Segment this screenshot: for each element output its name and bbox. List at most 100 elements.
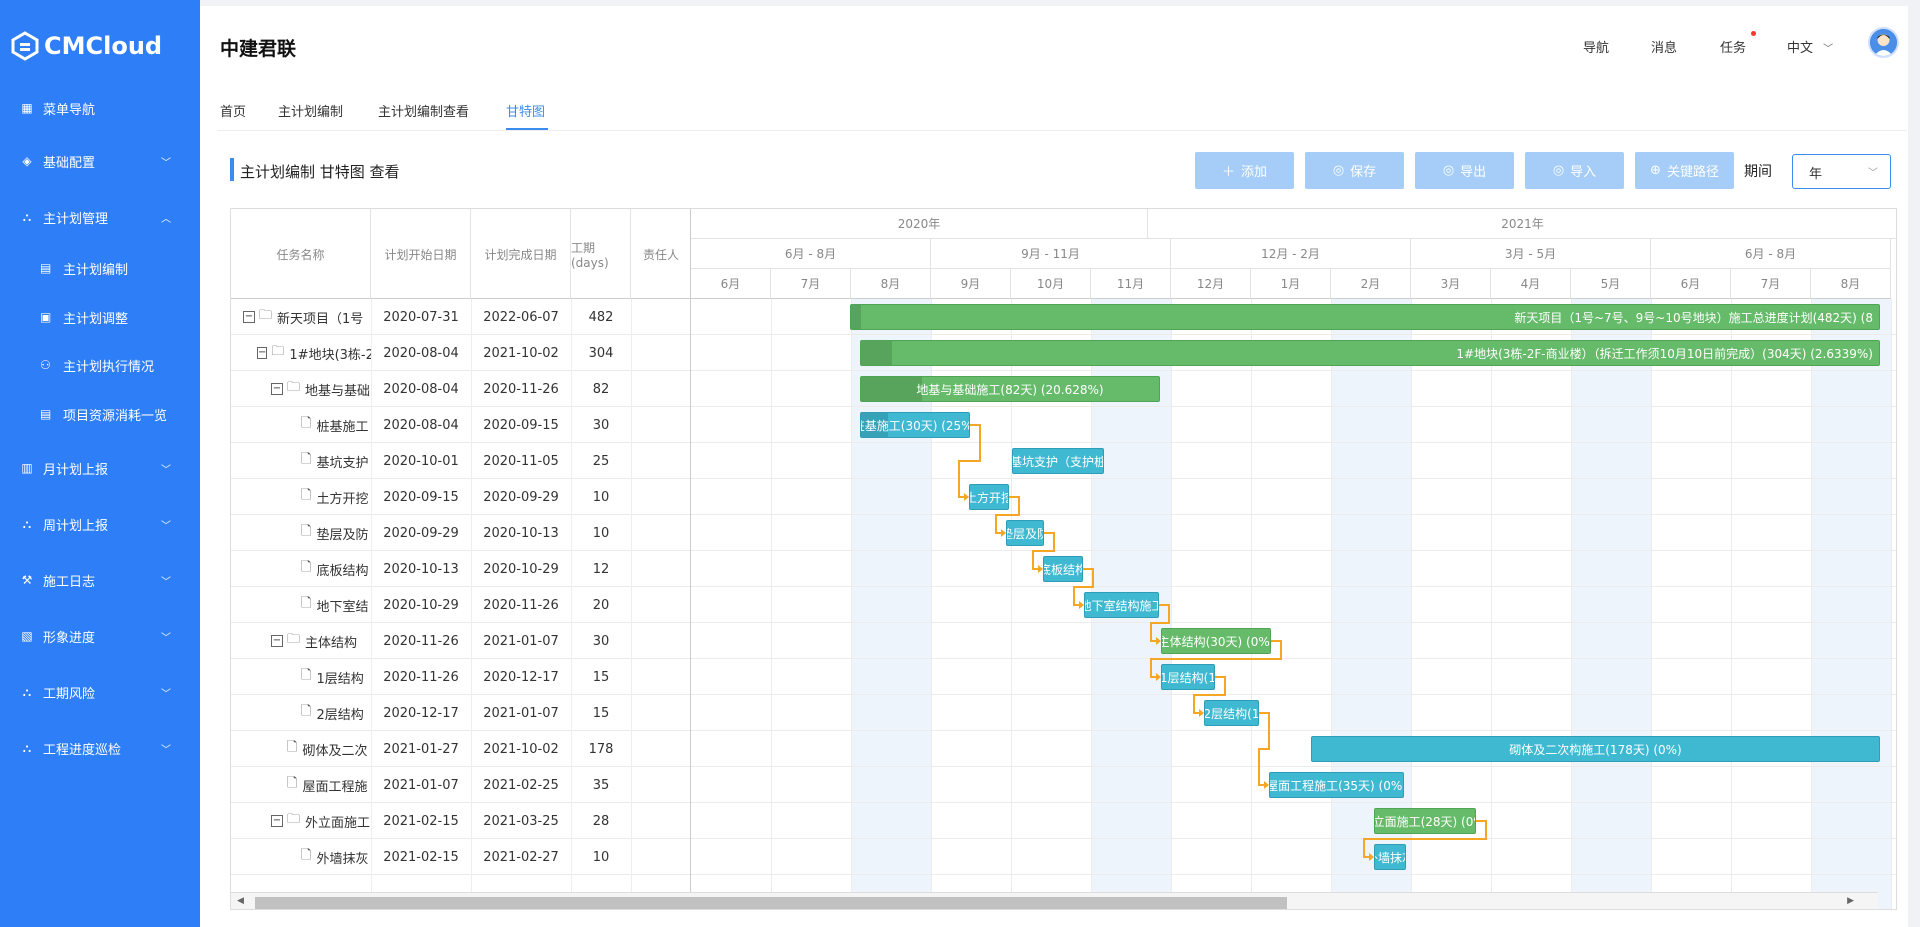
gantt-bar[interactable]: 垫层及防 [1006,520,1044,546]
column-header-start-date[interactable]: 计划开始日期 [371,209,471,299]
header-nav-link[interactable]: 导航 [1583,37,1609,56]
timeline-rowline [691,478,1896,479]
task-name-cell: 🗋 垫层及防 [285,515,371,551]
gantt-bar[interactable]: 土方开挖 [969,484,1009,510]
cell-end: 2021-10-02 [483,345,559,361]
horizontal-scrollbar[interactable]: ◀ ▶ [231,892,1878,909]
gantt-bar[interactable]: 主体结构(30天) (0%) [1161,628,1271,654]
gantt-bar[interactable]: 底板结构 [1043,556,1083,582]
sidebar-item-base-config[interactable]: ◈ 基础配置 ﹀ [0,141,200,181]
table-row[interactable]: 🗋 1层结构 2020-11-26 2020-12-17 15 [231,659,690,695]
gantt-bar[interactable]: 1层结构(1 [1161,664,1215,690]
gantt-bar[interactable]: 新天项目（1号~7号、9号~10号地块）施工总进度计划(482天) (8 [850,304,1880,330]
task-name: 垫层及防 [316,527,369,543]
table-row[interactable]: 🗋 土方开挖 2020-09-15 2020-09-29 10 [231,479,690,515]
sidebar-subitem-label: 主计划编制 [63,262,129,278]
column-header-duration[interactable]: 工期(days) [571,209,631,299]
table-row[interactable]: 🗋 桩基施工 2020-08-04 2020-09-15 30 [231,407,690,443]
task-name: 外立面施工 [305,815,371,831]
sidebar-item-progress-inspection[interactable]: ⛬ 工程进度巡检 ﹀ [0,728,200,768]
table-row[interactable]: 🗋 砌体及二次 2021-01-27 2021-10-02 178 [231,731,690,767]
sidebar-item-menu-nav[interactable]: ▦ 菜单导航 [0,88,200,128]
file-icon: 🗋 [301,416,312,431]
table-row[interactable]: 🗋 2层结构 2020-12-17 2021-01-07 15 [231,695,690,731]
timeline-gridline [851,299,852,909]
gantt-bar[interactable]: 基坑支护（支护桩 [1012,448,1104,474]
grid-column-line [571,299,572,892]
avatar[interactable] [1868,27,1899,58]
sidebar-item-master-plan[interactable]: ⛬ 主计划管理 ︿ [0,197,200,237]
language-select[interactable]: 中文 ﹀ [1787,37,1833,56]
gantt-bar-label: 地下室结构施工 [1085,598,1159,613]
table-row[interactable]: − 🗀 新天项目（1号 2020-07-31 2022-06-07 482 [231,299,690,335]
sidebar-subitem-resource-consumption[interactable]: ▤ 项目资源消耗一览 [0,396,200,432]
table-row[interactable]: 🗋 地下室结 2020-10-29 2020-11-26 20 [231,587,690,623]
collapse-icon[interactable]: − [257,347,268,359]
sidebar-item-image-progress[interactable]: ▧ 形象进度 ﹀ [0,616,200,656]
table-row[interactable]: 🗋 外墙抹灰 2021-02-15 2021-02-27 10 [231,839,690,875]
gantt-bar[interactable]: 1#地块(3栋-2F-商业楼）（拆迁工作须10月10日前完成）(304天) (2… [860,340,1880,366]
gantt-bar[interactable]: 地下室结构施工 [1084,592,1159,618]
table-row[interactable]: − 🗀 主体结构 2020-11-26 2021-01-07 30 [231,623,690,659]
column-header-end-date[interactable]: 计划完成日期 [471,209,571,299]
file-icon: 🗋 [287,740,298,755]
table-row[interactable]: 🗋 底板结构 2020-10-13 2020-10-29 12 [231,551,690,587]
save-button[interactable]: ◎ 保存 [1305,152,1404,189]
gantt-bar[interactable]: 屋面工程施工(35天) (0%) [1269,772,1404,798]
gantt-bar[interactable]: 2层结构(1 [1204,700,1259,726]
sidebar-item-construction-log[interactable]: ⚒ 施工日志 ﹀ [0,560,200,600]
tab-home[interactable]: 首页 [220,101,246,120]
task-name: 底板结构 [316,563,369,579]
header-tasks-link[interactable]: 任务 [1720,37,1746,56]
timeline-rowline [691,766,1896,767]
import-button[interactable]: ◎ 导入 [1525,152,1624,189]
scroll-left-icon[interactable]: ◀ [237,896,244,906]
task-name: 地基与基础 [305,383,371,399]
export-button[interactable]: ◎ 导出 [1415,152,1514,189]
sidebar-item-monthly-plan[interactable]: ▥ 月计划上报 ﹀ [0,448,200,488]
sidebar-item-label: 施工日志 [43,574,96,590]
table-row[interactable]: − 🗀 地基与基础 2020-08-04 2020-11-26 82 [231,371,690,407]
collapse-icon[interactable]: − [271,635,283,647]
column-header-owner[interactable]: 责任人 [631,209,691,299]
sidebar-subitem-plan-adjust[interactable]: ▣ 主计划调整 [0,299,200,335]
chevron-down-icon: ﹀ [1823,44,1834,55]
sidebar-subitem-plan-edit[interactable]: ▤ 主计划编制 [0,250,200,286]
export-button-label: 导出 [1460,165,1487,180]
critical-path-button[interactable]: ⊕ 关键路径 [1635,152,1734,189]
gantt-bar[interactable]: 外墙抹灰 [1374,844,1406,870]
task-name-cell: − 🗀 新天项目（1号 [243,299,371,335]
collapse-icon[interactable]: − [271,383,283,395]
period-select[interactable]: 年 ﹀ [1792,154,1891,189]
table-row[interactable]: 🗋 屋面工程施 2021-01-07 2021-02-25 35 [231,767,690,803]
table-row[interactable]: 🗋 垫层及防 2020-09-29 2020-10-13 10 [231,515,690,551]
tab-gantt[interactable]: 甘特图 [506,101,545,120]
scroll-right-icon[interactable]: ▶ [1847,896,1854,906]
task-name: 屋面工程施 [302,779,368,795]
cell-end: 2021-10-02 [483,741,559,757]
add-button[interactable]: ＋ 添加 [1195,152,1294,189]
gantt-bar[interactable]: 砌体及二次构施工(178天) (0%) [1311,736,1880,762]
timeline-gridline [1331,299,1332,909]
sidebar-item-schedule-risk[interactable]: ⛬ 工期风险 ﹀ [0,672,200,712]
table-row[interactable]: − 🗀 1#地块(3栋-2 2020-08-04 2021-10-02 304 [231,335,690,371]
folder-icon: 🗀 [259,308,273,323]
table-row[interactable]: − 🗀 外立面施工 2021-02-15 2021-03-25 28 [231,803,690,839]
gantt-bar[interactable]: 外立面施工(28天) (0%) [1374,808,1476,834]
gantt-bar[interactable]: 桩基施工(30天) (25%) [860,412,970,438]
tab-plan-edit-view[interactable]: 主计划编制查看 [378,101,469,120]
collapse-icon[interactable]: − [243,311,255,323]
sidebar-item-weekly-plan[interactable]: ⛬ 周计划上报 ﹀ [0,504,200,544]
calendar-icon: ▥ [21,461,33,475]
collapse-icon[interactable]: − [271,815,283,827]
sidebar-subitem-plan-execution[interactable]: ⚇ 主计划执行情况 [0,347,200,383]
gantt-bar[interactable]: 地基与基础施工(82天) (20.628%) [860,376,1160,402]
cell-start: 2020-11-26 [383,633,459,649]
timeline-month: 7月 [1731,269,1811,299]
image-icon: ▧ [21,629,33,643]
table-row[interactable]: 🗋 基坑支护 2020-10-01 2020-11-05 25 [231,443,690,479]
column-header-task-name[interactable]: 任务名称 [231,209,371,299]
header-messages-link[interactable]: 消息 [1651,37,1677,56]
tab-plan-edit[interactable]: 主计划编制 [278,101,343,120]
horizontal-scroll-thumb[interactable] [255,897,1287,909]
